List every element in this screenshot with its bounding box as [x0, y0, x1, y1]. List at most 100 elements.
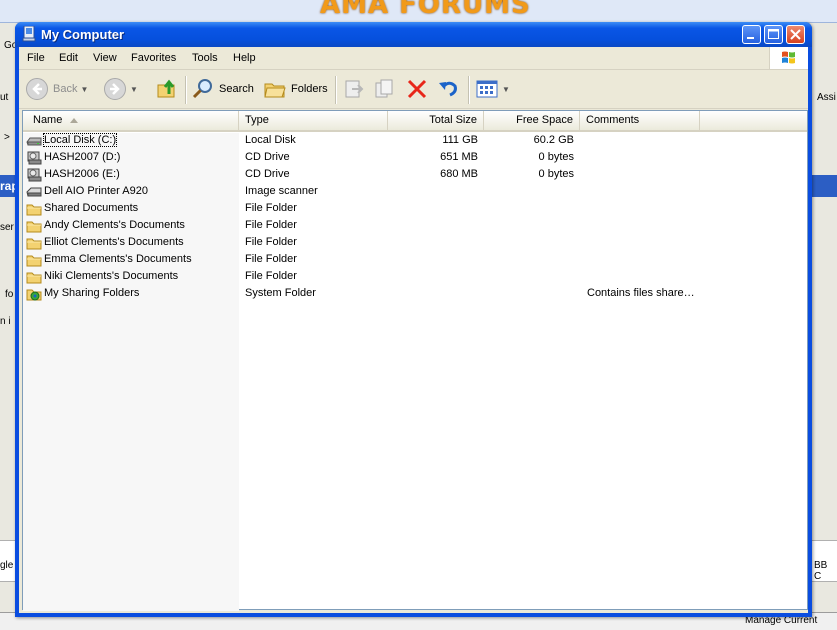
item-type: Image scanner [245, 185, 318, 197]
windows-logo [769, 47, 808, 69]
background-link[interactable]: Assi [817, 92, 836, 103]
item-type: File Folder [245, 202, 297, 214]
minimize-button[interactable] [742, 25, 761, 44]
folders-button[interactable]: Folders [263, 77, 328, 101]
item-name: Elliot Clements's Documents [44, 236, 184, 248]
list-item[interactable]: HASH2006 (E:) CD Drive 680 MB 0 bytes [23, 166, 807, 183]
column-free-space[interactable]: Free Space [484, 111, 580, 130]
menu-bar: File Edit View Favorites Tools Help [19, 47, 808, 70]
forward-button[interactable]: ▼ [103, 77, 138, 101]
background-text: BB C [814, 560, 828, 582]
file-list[interactable]: Name Type Total Size Free Space Comments… [22, 110, 808, 611]
sort-ascending-icon [70, 117, 79, 123]
item-type: CD Drive [245, 151, 290, 163]
computer-icon [22, 26, 36, 42]
back-label: Back [53, 83, 78, 95]
column-name[interactable]: Name [23, 111, 239, 130]
folder-icon [26, 255, 42, 267]
my-computer-window: My Computer File Edit View Favorites Too… [15, 22, 812, 617]
search-icon [192, 79, 212, 99]
item-type: CD Drive [245, 168, 290, 180]
column-free-space-label: Free Space [516, 114, 573, 126]
title-bar[interactable]: My Computer [15, 22, 812, 47]
column-total-size-label: Total Size [429, 114, 477, 126]
menu-tools[interactable]: Tools [192, 52, 218, 64]
list-item[interactable]: Andy Clements's Documents File Folder [23, 217, 807, 234]
maximize-icon [768, 29, 779, 39]
item-type: Local Disk [245, 134, 296, 146]
item-total-size: 680 MB [440, 168, 478, 180]
maximize-button[interactable] [764, 25, 783, 44]
toolbar-separator [335, 76, 337, 104]
toolbar-separator [468, 76, 470, 104]
dropdown-arrow-icon[interactable]: ▼ [502, 85, 510, 94]
list-item[interactable]: Dell AIO Printer A920 Image scanner [23, 183, 807, 200]
column-type[interactable]: Type [239, 111, 388, 130]
menu-favorites[interactable]: Favorites [131, 52, 176, 64]
toolbar-separator [185, 76, 187, 104]
background-text: ser [0, 222, 14, 233]
background-text: > [4, 132, 10, 143]
column-total-size[interactable]: Total Size [388, 111, 484, 130]
item-type: File Folder [245, 270, 297, 282]
folder-icon [26, 272, 42, 284]
delete-button[interactable] [405, 77, 429, 101]
item-total-size: 111 GB [442, 134, 478, 146]
item-type: File Folder [245, 219, 297, 231]
menu-edit[interactable]: Edit [59, 52, 78, 64]
list-header: Name Type Total Size Free Space Comments [23, 111, 807, 132]
folder-icon [26, 204, 42, 216]
background-browser-toolbar: AMA FORUMS [0, 0, 837, 23]
column-type-label: Type [245, 114, 269, 126]
folders-icon [264, 83, 286, 98]
hard-disk-icon [26, 137, 42, 146]
undo-icon [439, 81, 457, 97]
folder-icon [26, 221, 42, 233]
up-folder-button[interactable] [155, 77, 179, 101]
column-comments-label: Comments [586, 114, 640, 126]
item-comments: Contains files share… [587, 287, 695, 299]
windows-flag-icon [782, 51, 795, 64]
views-button[interactable]: ▼ [475, 77, 510, 101]
item-name: Andy Clements's Documents [44, 219, 185, 231]
menu-help[interactable]: Help [233, 52, 256, 64]
minimize-icon [747, 37, 754, 39]
column-comments[interactable]: Comments [580, 111, 700, 130]
cd-drive-icon [27, 168, 42, 182]
folder-icon [26, 238, 42, 250]
dropdown-arrow-icon[interactable]: ▼ [80, 85, 88, 94]
list-item[interactable]: Shared Documents File Folder [23, 200, 807, 217]
back-arrow-icon [26, 78, 48, 100]
standard-toolbar: Back ▼ ▼ Search Folders ▼ [19, 70, 808, 109]
search-label: Search [219, 83, 254, 95]
list-item[interactable]: Elliot Clements's Documents File Folder [23, 234, 807, 251]
background-text: gle [0, 560, 14, 571]
item-name: Niki Clements's Documents [44, 270, 179, 282]
list-item[interactable]: Niki Clements's Documents File Folder [23, 268, 807, 285]
list-item[interactable]: Emma Clements's Documents File Folder [23, 251, 807, 268]
dropdown-arrow-icon[interactable]: ▼ [130, 85, 138, 94]
item-name: Shared Documents [44, 202, 139, 214]
item-free-space: 60.2 GB [533, 134, 574, 146]
background-text: n i [0, 316, 11, 327]
list-item[interactable]: HASH2007 (D:) CD Drive 651 MB 0 bytes [23, 149, 807, 166]
move-to-button[interactable] [342, 77, 366, 101]
views-icon [476, 80, 498, 98]
item-name: Local Disk (C:) [42, 133, 118, 147]
item-type: File Folder [245, 236, 297, 248]
menu-file[interactable]: File [27, 52, 45, 64]
back-button[interactable]: Back ▼ [25, 77, 88, 101]
search-button[interactable]: Search [191, 77, 254, 101]
item-free-space: 0 bytes [538, 151, 574, 163]
cd-drive-icon [27, 151, 42, 165]
item-name: HASH2006 (E:) [44, 168, 120, 180]
list-item[interactable]: Local Disk (C:) Local Disk 111 GB 60.2 GB [23, 132, 807, 149]
close-icon [790, 29, 801, 40]
menu-view[interactable]: View [93, 52, 117, 64]
list-item[interactable]: My Sharing Folders System Folder Contains … [23, 285, 807, 302]
background-text: fo [5, 289, 14, 300]
window-title: My Computer [41, 27, 125, 42]
close-button[interactable] [786, 25, 805, 44]
copy-to-button[interactable] [373, 77, 397, 101]
undo-button[interactable] [437, 77, 461, 101]
